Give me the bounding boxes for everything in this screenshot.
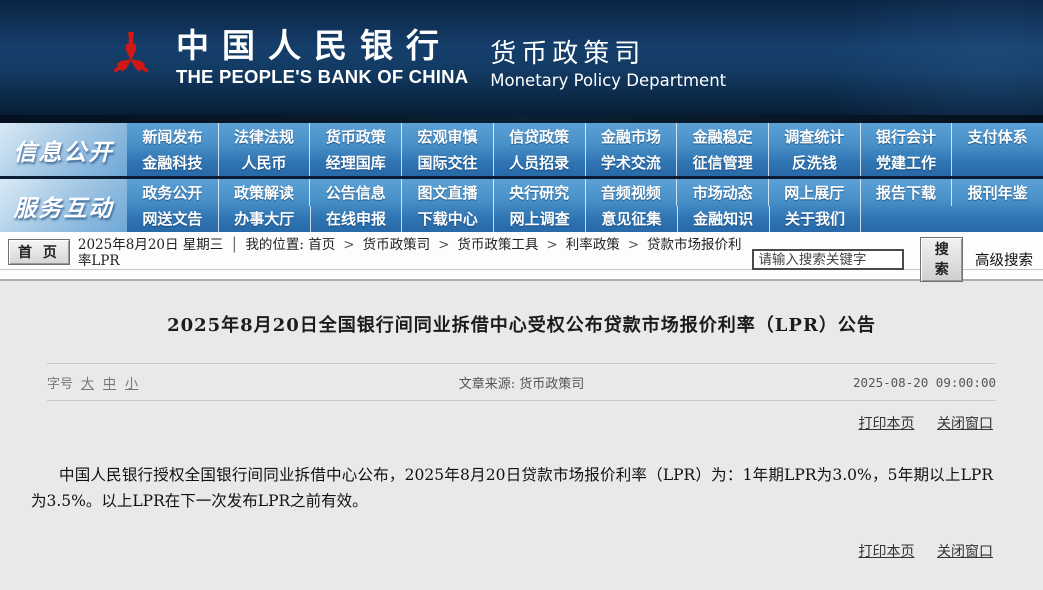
nav-item[interactable]: 图文直播 (401, 179, 493, 206)
nav-item[interactable]: 信贷政策 (492, 123, 585, 150)
breadcrumb: 2025年8月20日 星期三 │ 我的位置: 首页 > 货币政策司 > 货币政策工具 > 利率政… (78, 235, 753, 269)
nav-item[interactable]: 支付体系 (951, 123, 1043, 150)
breadcrumb-item[interactable]: 货币政策工具 (457, 237, 538, 253)
nav-menu-rows: 政务公开 政策解读 公告信息 图文直播 央行研究 音频视频 市场动态 网上展厅 报告下载 报刊年鉴… (127, 179, 1043, 232)
nav-item[interactable]: 新闻发布 (127, 123, 218, 150)
nav-menu-row: 新闻发布 法律法规 货币政策 宏观审慎 信贷政策 金融市场 金融稳定 调查统计 银行会计 支付体系 (127, 123, 1043, 150)
advanced-search-link[interactable]: 高级搜索 (975, 249, 1033, 270)
search-input[interactable] (752, 249, 905, 270)
bank-name-en: THE PEOPLE'S BANK OF CHINA (176, 65, 469, 87)
nav-item[interactable]: 银行会计 (859, 123, 952, 150)
search-area: 搜索 高级搜索 (752, 235, 1033, 282)
bank-name-cn: 中国人民银行 (176, 25, 452, 65)
home-button[interactable]: 首 页 (8, 239, 70, 265)
breadcrumb-separator: > (343, 237, 355, 253)
nav-section: 信息公开 新闻发布 法律法规 货币政策 宏观审慎 信贷政策 金融市场 金融稳定 调查统计 银行会计… (0, 123, 1043, 176)
pboc-logo-icon[interactable] (108, 19, 154, 97)
nav-item[interactable]: 金融稳定 (676, 123, 768, 150)
font-size-option[interactable]: 小 (125, 377, 138, 392)
location-label: 我的位置: 首页 (245, 237, 336, 253)
article-body: 中国人民银行授权全国银行间同业拆借中心公布，2025年8月20日贷款市场报价利率… (31, 466, 993, 510)
nav-item[interactable]: 人民币 (217, 149, 310, 176)
nav-item[interactable]: 报告下载 (859, 179, 952, 206)
department-name-en: Monetary Policy Department (490, 70, 727, 90)
nav-item-empty (952, 206, 1043, 233)
nav-item[interactable]: 人员招录 (492, 149, 585, 176)
article-source: 文章来源: 货币政策司 (458, 376, 585, 392)
nav-item[interactable]: 政务公开 (127, 179, 218, 206)
pipe-separator: │ (230, 237, 239, 253)
nav-item[interactable]: 网上调查 (493, 205, 585, 232)
nav-menu-row: 金融科技 人民币 经理国库 国际交往 人员招录 学术交流 征信管理 反洗钱 党建工作 (127, 149, 1043, 177)
nav-menu-rows: 新闻发布 法律法规 货币政策 宏观审慎 信贷政策 金融市场 金融稳定 调查统计 银行会计 支付体系… (127, 123, 1043, 176)
close-window-link[interactable]: 关闭窗口 (937, 416, 993, 432)
nav-item[interactable]: 音频视频 (584, 179, 677, 206)
nav-top-strip (0, 115, 1043, 123)
breadcrumb-separator: > (627, 237, 640, 253)
nav-item[interactable]: 关于我们 (768, 205, 861, 232)
nav-item[interactable]: 政策解读 (217, 179, 310, 206)
article-actions-bottom: 打印本页 关闭窗口 (0, 541, 993, 561)
nav-item[interactable]: 党建工作 (859, 149, 952, 176)
nav-item[interactable]: 调查统计 (767, 123, 860, 150)
print-page-link[interactable]: 打印本页 (859, 544, 915, 560)
article-title: 2025年8月20日全国银行间同业拆借中心受权公布贷款市场报价利率（LPR）公告 (167, 315, 876, 336)
nav-menu-row: 政务公开 政策解读 公告信息 图文直播 央行研究 音频视频 市场动态 网上展厅 报告下载 报刊年鉴 (127, 179, 1043, 206)
nav-item[interactable]: 网送文告 (127, 206, 218, 233)
nav-item[interactable]: 宏观审慎 (401, 123, 493, 150)
font-size-label: 字号 (47, 376, 74, 392)
main-nav: 信息公开 新闻发布 法律法规 货币政策 宏观审慎 信贷政策 金融市场 金融稳定 调查统计 银行会计… (0, 115, 1043, 232)
nav-section-label[interactable]: 服务互动 (0, 179, 127, 232)
breadcrumb-item[interactable]: 利率政策 (566, 237, 620, 253)
nav-item[interactable]: 反洗钱 (767, 149, 860, 176)
search-button[interactable]: 搜索 (920, 237, 963, 282)
article-actions-top: 打印本页 关闭窗口 (0, 413, 993, 433)
nav-item[interactable]: 金融市场 (584, 123, 677, 150)
nav-item[interactable]: 经理国库 (309, 149, 401, 176)
close-window-link[interactable]: 关闭窗口 (937, 544, 993, 560)
nav-menu-row: 网送文告 办事大厅 在线申报 下载中心 网上调查 意见征集 金融知识 关于我们 (127, 205, 1043, 233)
nav-item[interactable]: 金融知识 (676, 205, 769, 232)
header-watermark (780, 0, 1043, 115)
department-brand[interactable]: 货币政策司 Monetary Policy Department (490, 40, 726, 90)
nav-item[interactable]: 学术交流 (584, 149, 677, 176)
bank-brand[interactable]: 中国人民银行 THE PEOPLE'S BANK OF CHINA (176, 25, 469, 88)
nav-item[interactable]: 公告信息 (309, 179, 401, 206)
article-meta-bar: 字号 大中小 文章来源: 货币政策司 2025-08-20 09:00:00 (47, 363, 996, 401)
nav-item[interactable]: 央行研究 (492, 179, 585, 206)
current-date: 2025年8月20日 星期三 (77, 237, 224, 253)
nav-item[interactable]: 在线申报 (309, 205, 402, 232)
breadcrumb-item[interactable]: 货币政策司 (363, 237, 431, 253)
nav-item[interactable]: 下载中心 (401, 205, 493, 232)
nav-item[interactable]: 报刊年鉴 (951, 179, 1043, 206)
breadcrumb-toolbar: 首 页 2025年8月20日 星期三 │ 我的位置: 首页 > 货币政策司 > 货币政策工具… (0, 232, 1043, 282)
nav-item[interactable]: 法律法规 (217, 123, 310, 150)
site-header: 中国人民银行 THE PEOPLE'S BANK OF CHINA 货币政策司 … (0, 0, 1043, 115)
nav-item[interactable]: 办事大厅 (217, 205, 310, 232)
nav-item[interactable]: 意见征集 (584, 205, 677, 232)
nav-item[interactable]: 市场动态 (676, 179, 768, 206)
breadcrumb-separator: > (438, 237, 450, 253)
nav-item[interactable]: 金融科技 (127, 150, 218, 177)
article: 2025年8月20日全国银行间同业拆借中心受权公布贷款市场报价利率（LPR）公告… (0, 281, 1043, 561)
font-size-option[interactable]: 中 (103, 377, 116, 392)
department-name-cn: 货币政策司 (490, 38, 646, 69)
nav-item-empty (951, 149, 1043, 176)
nav-section: 服务互动 政务公开 政策解读 公告信息 图文直播 央行研究 音频视频 市场动态 网上展厅 报告下载… (0, 179, 1043, 232)
article-datetime: 2025-08-20 09:00:00 (853, 374, 997, 390)
nav-item[interactable]: 网上展厅 (767, 179, 860, 206)
nav-section-label[interactable]: 信息公开 (0, 123, 127, 176)
print-page-link[interactable]: 打印本页 (859, 416, 915, 432)
font-size-control: 字号 大中小 (47, 373, 326, 392)
nav-item-empty (860, 205, 952, 232)
nav-item[interactable]: 国际交往 (401, 149, 493, 176)
breadcrumb-separator: > (546, 237, 558, 253)
nav-item[interactable]: 货币政策 (309, 123, 401, 150)
nav-item[interactable]: 征信管理 (676, 149, 768, 176)
font-size-option[interactable]: 大 (81, 377, 94, 392)
